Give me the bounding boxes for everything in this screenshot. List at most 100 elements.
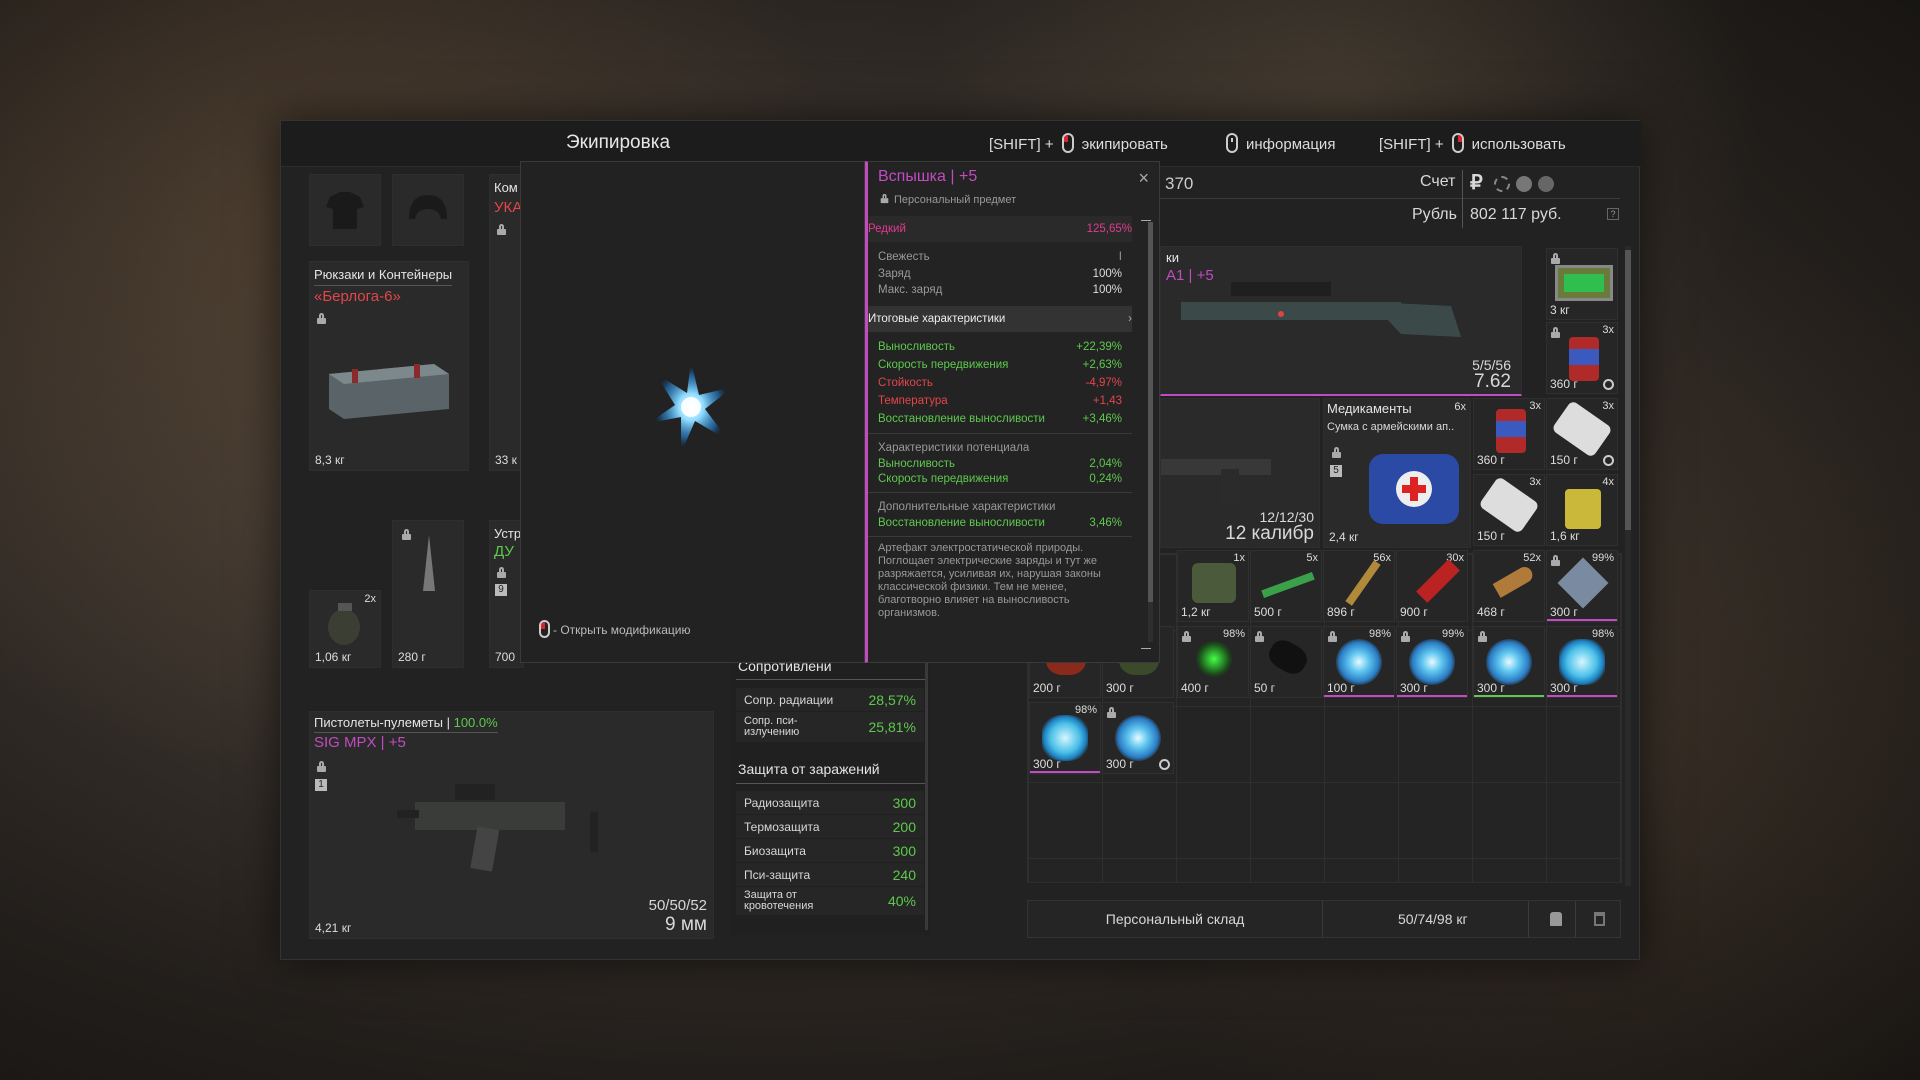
potential-label: Скорость передвижения bbox=[878, 473, 1009, 485]
item-artifact-disc1[interactable]: 98% 300 г bbox=[1546, 626, 1618, 698]
item-ammo-rifle[interactable]: 56x 896 г bbox=[1323, 550, 1395, 622]
item-weight: 150 г bbox=[1477, 529, 1505, 543]
storage-tab[interactable]: Персональный склад bbox=[1028, 901, 1323, 937]
item-green-pack[interactable]: 1x 1,2 кг bbox=[1177, 550, 1249, 622]
lock-icon bbox=[1332, 447, 1341, 458]
protection-row: Биозащита 300 bbox=[736, 839, 924, 862]
coin-icon[interactable] bbox=[1538, 176, 1554, 192]
protection-row: Радиозащита 300 bbox=[736, 791, 924, 814]
knife-weight: 280 г bbox=[398, 650, 426, 664]
protection-value: 40% bbox=[887, 893, 916, 909]
item-count: 4x bbox=[1602, 476, 1614, 488]
backpack-slot[interactable]: Рюкзаки и Контейнеры «Берлога-6» 8,3 кг bbox=[309, 261, 469, 471]
hint-info: информация bbox=[1218, 133, 1335, 153]
device-weight: 700 bbox=[495, 650, 516, 664]
artifact-preview: - Открыть модификацию bbox=[520, 161, 865, 663]
grenade-slot[interactable]: 2x 1,06 кг bbox=[309, 590, 381, 668]
device-name: ДУ bbox=[494, 543, 514, 560]
summary-row: Стойкость -4,97% bbox=[868, 374, 1132, 392]
rifle-caliber: 7.62 bbox=[1474, 371, 1511, 392]
token-icon[interactable] bbox=[1516, 176, 1532, 192]
medkit-slot[interactable]: Медикаменты 6x Сумка с армейскими ап.. 5… bbox=[1323, 398, 1471, 548]
shotgun-slot[interactable]: 12/12/30 12 калибр bbox=[1160, 398, 1320, 548]
item-can[interactable]: 3x 360 г bbox=[1546, 322, 1618, 394]
protection-label: Радиозащита bbox=[744, 795, 820, 810]
item-weight: 360 г bbox=[1550, 377, 1578, 391]
lock-icon bbox=[317, 313, 326, 324]
item-artifact-blue1[interactable]: 98% 100 г bbox=[1323, 626, 1395, 698]
maxcharge-row: Макс. заряд 100% bbox=[868, 282, 1132, 298]
item-ammo-9mm[interactable]: 52x 468 г bbox=[1473, 550, 1545, 622]
item-tablet[interactable]: 3 кг bbox=[1546, 248, 1618, 320]
stash-scrollbar[interactable] bbox=[1625, 246, 1631, 886]
hint-label: использовать bbox=[1471, 136, 1566, 153]
freshness-label: Свежесть bbox=[878, 251, 930, 263]
item-injector[interactable]: 5x 500 г bbox=[1250, 550, 1322, 622]
stats-panel: Сопротивлени Сопр. радиации 28,57% Сопр. … bbox=[730, 655, 930, 935]
item-crystal[interactable]: 99% 300 г bbox=[1546, 550, 1618, 622]
item-artifact-flash[interactable]: 300 г bbox=[1102, 702, 1174, 774]
extra-value: 3,46% bbox=[1089, 517, 1122, 529]
gear-currency-icon[interactable] bbox=[1494, 176, 1510, 192]
item-weight: 300 г bbox=[1033, 757, 1061, 771]
summary-label: Восстановление выносливости bbox=[878, 413, 1045, 425]
rifle-icon bbox=[1181, 282, 1461, 337]
help-icon[interactable]: ? bbox=[1607, 208, 1619, 220]
maxcharge-label: Макс. заряд bbox=[878, 284, 943, 296]
item-count: 3x bbox=[1602, 400, 1614, 412]
account-label: Счет bbox=[1420, 173, 1456, 190]
mouse-icon bbox=[1226, 133, 1238, 153]
item-artifact-blue2[interactable]: 99% 300 г bbox=[1396, 626, 1468, 698]
summary-header[interactable]: Итоговые характеристики › bbox=[868, 306, 1132, 332]
personal-label: Персональный предмет bbox=[894, 194, 1017, 206]
item-artifact-disc2[interactable]: 98% 300 г bbox=[1029, 702, 1101, 774]
item-weight: 360 г bbox=[1477, 453, 1505, 467]
knife-slot[interactable]: 280 г bbox=[392, 520, 464, 668]
slot2-partial[interactable]: Ком УКА 33 к bbox=[489, 174, 524, 471]
extra-label: Восстановление выносливости bbox=[878, 517, 1045, 529]
item-pills[interactable]: 3x 150 г bbox=[1546, 398, 1618, 470]
item-artifact-dark[interactable]: 50 г bbox=[1250, 626, 1322, 698]
item-firstaid[interactable]: 4x 1,6 кг bbox=[1546, 474, 1618, 546]
freshness-row: Свежесть I bbox=[868, 248, 1132, 266]
shirt-slot[interactable] bbox=[309, 174, 381, 246]
summary-row: Температура +1,43 bbox=[868, 392, 1132, 410]
helmet-slot[interactable] bbox=[392, 174, 464, 246]
item-ammo-shotgun[interactable]: 30x 900 г bbox=[1396, 550, 1468, 622]
item-count: 98% bbox=[1591, 628, 1614, 640]
item-count: 98% bbox=[1222, 628, 1245, 640]
item-weight: 1,6 кг bbox=[1550, 529, 1580, 543]
item-count: 99% bbox=[1591, 552, 1614, 564]
storage-weight: 50/74/98 кг bbox=[1398, 911, 1468, 927]
lock-icon bbox=[317, 761, 326, 772]
clock-icon bbox=[1603, 379, 1614, 390]
trash-icon[interactable] bbox=[1594, 912, 1605, 926]
smg-slot[interactable]: Пистолеты-пулеметы | 100.0% SIG MPX | +5… bbox=[309, 711, 714, 939]
knife-icon bbox=[423, 535, 435, 636]
item-description: Артефакт электростатической природы. Пог… bbox=[878, 542, 1101, 619]
storage-bar: Персональный склад 50/74/98 кг bbox=[1027, 900, 1621, 938]
mouse-right-icon bbox=[1451, 133, 1464, 153]
device-slot-partial[interactable]: Устр ДУ 9 700 bbox=[489, 520, 524, 668]
account-number: 370 bbox=[1165, 174, 1194, 193]
open-mod-hint[interactable]: - Открыть модификацию bbox=[539, 620, 691, 638]
hint-label: экипировать bbox=[1081, 136, 1168, 153]
item-count: 3x bbox=[1529, 400, 1541, 412]
weight-icon bbox=[1550, 912, 1562, 926]
item-artifact-green[interactable]: 98% 400 г bbox=[1177, 626, 1249, 698]
rifle-slot[interactable]: ки А1 | +5 5/5/56 7.62 bbox=[1160, 246, 1522, 396]
ruble-icon[interactable]: ₽ bbox=[1470, 170, 1483, 195]
potential-row: Скорость передвижения 0,24% bbox=[868, 472, 1132, 487]
close-icon[interactable]: × bbox=[1138, 168, 1149, 189]
personal-tag: Персональный предмет bbox=[880, 193, 1016, 206]
summary-header-label: Итоговые характеристики bbox=[868, 313, 1006, 325]
item-artifact-blue3[interactable]: 300 г bbox=[1473, 626, 1545, 698]
protection-header: Защита от заражений bbox=[738, 761, 880, 777]
rarity-label: Редкий bbox=[868, 223, 906, 235]
stats-scrollbar[interactable] bbox=[925, 655, 928, 930]
item-can-2[interactable]: 3x 360 г bbox=[1473, 398, 1545, 470]
tooltip-scrollbar[interactable] bbox=[1148, 222, 1153, 642]
chevron-right-icon: › bbox=[1128, 313, 1132, 325]
item-pills-2[interactable]: 3x 150 г bbox=[1473, 474, 1545, 546]
lock-icon bbox=[1551, 327, 1560, 338]
